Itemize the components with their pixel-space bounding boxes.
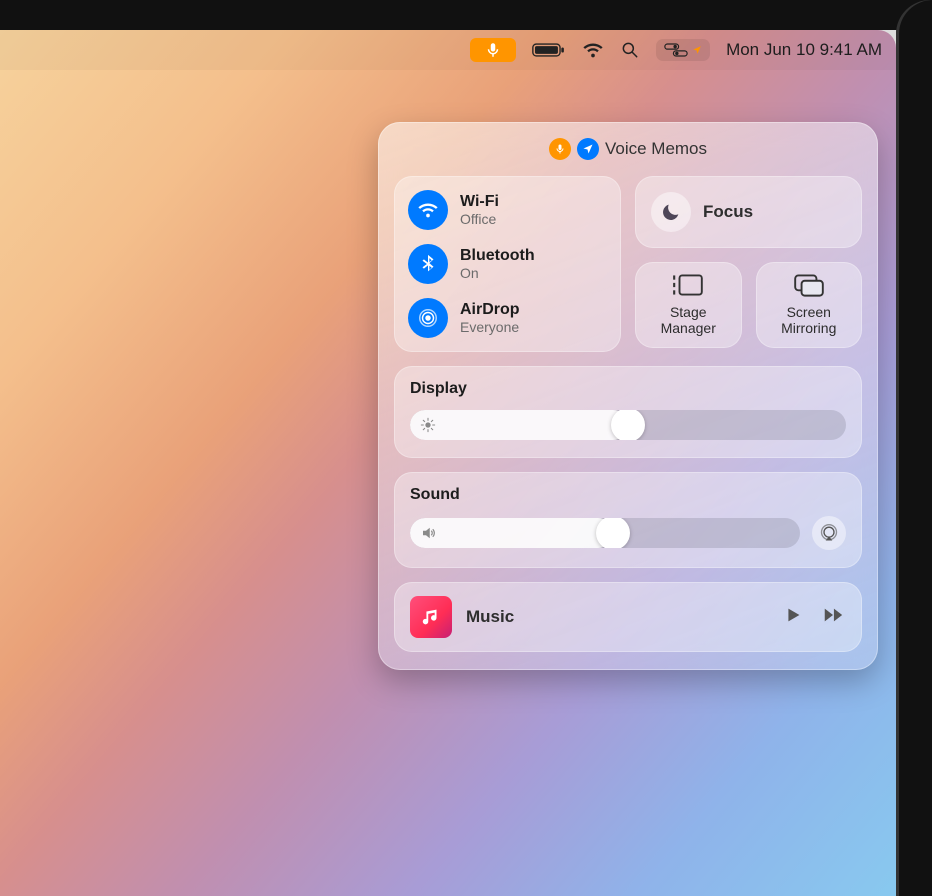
airdrop-control[interactable]: AirDrop Everyone [408,298,607,338]
display-block: Display [394,366,862,458]
menu-bar-datetime[interactable]: Mon Jun 10 9:41 AM [726,40,882,60]
wifi-status: Office [460,211,499,227]
sound-block: Sound [394,472,862,568]
screen-mirroring-label: Screen Mirroring [781,304,836,336]
now-playing-title: Music [466,607,768,627]
wifi-icon [408,190,448,230]
microphone-indicator[interactable] [470,38,516,62]
wifi-control[interactable]: Wi-Fi Office [408,190,607,230]
microphone-pill-icon [549,138,571,160]
bluetooth-control[interactable]: Bluetooth On [408,244,607,284]
active-media-label: Voice Memos [605,139,707,159]
battery-icon[interactable] [532,42,566,58]
airdrop-title: AirDrop [460,301,520,319]
sound-volume-slider[interactable] [410,518,800,548]
microphone-icon [484,41,502,59]
speaker-icon [420,524,438,542]
wifi-icon[interactable] [582,39,604,61]
airplay-icon [819,523,839,543]
menu-bar: Mon Jun 10 9:41 AM [0,30,896,70]
play-icon [782,604,804,626]
control-center-panel: Voice Memos Wi-Fi Office [378,122,878,670]
screen-mirroring-icon [792,272,826,298]
airdrop-status: Everyone [460,319,520,335]
active-media-header[interactable]: Voice Memos [394,136,862,162]
bluetooth-title: Bluetooth [460,247,535,265]
stage-manager-label: Stage Manager [661,304,716,336]
control-center-toggle[interactable] [656,39,710,61]
airplay-audio-button[interactable] [812,516,846,550]
play-button[interactable] [782,604,804,631]
control-center-icon [664,43,688,57]
stage-manager-icon [671,272,705,298]
wifi-title: Wi-Fi [460,193,499,211]
music-app-icon [410,596,452,638]
display-brightness-slider[interactable] [410,410,846,440]
next-track-button[interactable] [820,604,846,631]
airdrop-icon [408,298,448,338]
forward-icon [820,604,846,626]
display-label: Display [410,380,846,398]
moon-icon [651,192,691,232]
screen-mirroring-control[interactable]: Screen Mirroring [756,262,863,348]
sun-icon [420,417,436,433]
sound-label: Sound [410,486,846,504]
now-playing-tile[interactable]: Music [394,582,862,652]
bluetooth-icon [408,244,448,284]
connectivity-tile: Wi-Fi Office Bluetooth On [394,176,621,352]
stage-manager-control[interactable]: Stage Manager [635,262,742,348]
location-pill-icon [577,138,599,160]
focus-title: Focus [703,202,753,222]
location-arrow-icon [692,45,702,55]
focus-control[interactable]: Focus [635,176,862,248]
bluetooth-status: On [460,265,535,281]
spotlight-icon[interactable] [620,40,640,60]
